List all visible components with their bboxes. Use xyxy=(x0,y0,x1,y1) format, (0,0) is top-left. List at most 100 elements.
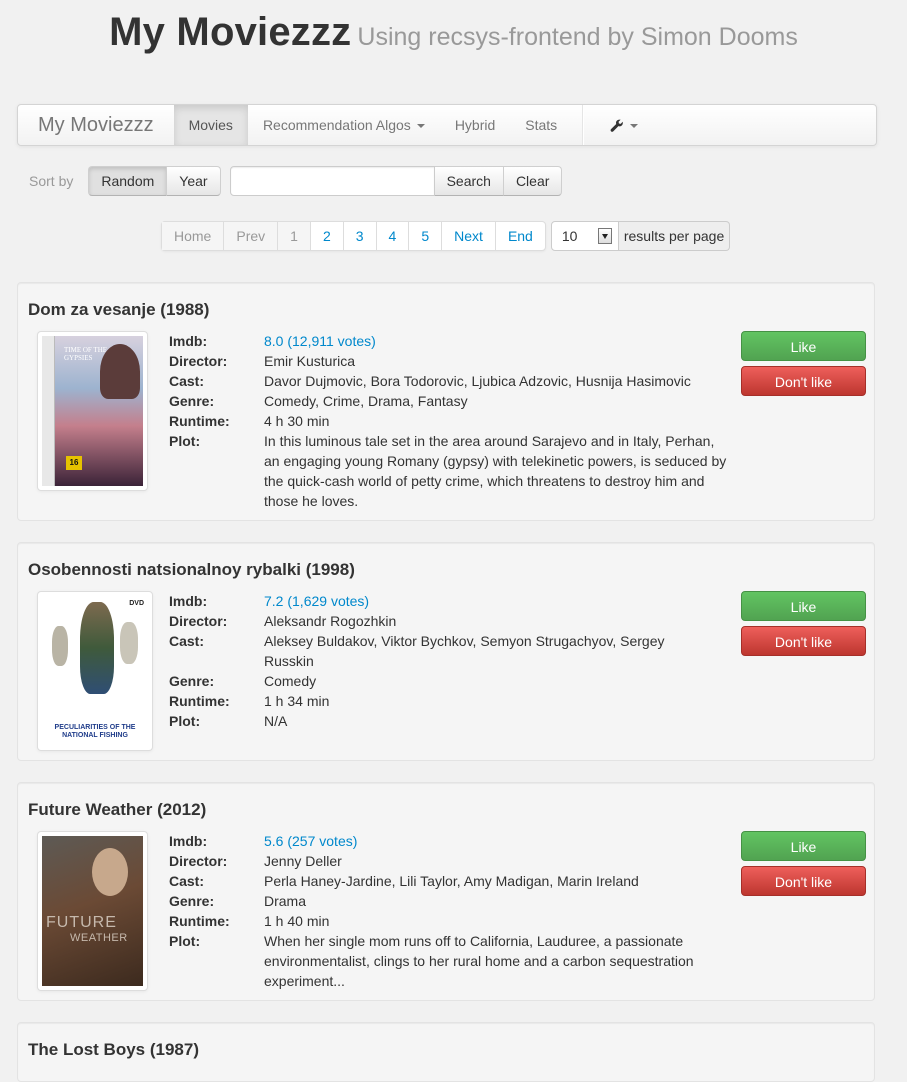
poster-title-text: FUTURE xyxy=(46,914,117,931)
nav-item-stats-label: Stats xyxy=(525,117,558,133)
cast-value: Perla Haney-Jardine, Lili Taylor, Amy Ma… xyxy=(264,873,639,889)
dislike-button[interactable]: Don't like xyxy=(741,866,866,896)
genre-value: Comedy xyxy=(264,673,317,689)
page-4-link[interactable]: 4 xyxy=(375,222,409,250)
plot-label: Plot: xyxy=(169,933,201,949)
like-button[interactable]: Like xyxy=(741,331,866,361)
runtime-value: 1 h 34 min xyxy=(264,693,330,709)
movie-actions: Like Don't like xyxy=(741,831,866,896)
runtime-label: Runtime: xyxy=(169,413,230,429)
page-5-link[interactable]: 5 xyxy=(408,222,441,250)
movie-poster[interactable]: DVD PECULIARITIES OF THE NATIONAL FISHIN… xyxy=(37,591,153,751)
movie-poster[interactable]: FUTURE WEATHER xyxy=(37,831,148,991)
per-page-value: 10 xyxy=(561,228,578,244)
genre-value: Comedy, Crime, Drama, Fantasy xyxy=(264,393,468,409)
director-label: Director: xyxy=(169,853,228,869)
nav-item-movies[interactable]: Movies xyxy=(173,105,248,145)
page-title: My Moviezzz Using recsys-frontend by Simo… xyxy=(0,0,907,55)
dislike-button[interactable]: Don't like xyxy=(741,626,866,656)
sort-button-group: Random Year xyxy=(88,166,221,196)
cast-label: Cast: xyxy=(169,873,205,889)
search-group: Search Clear xyxy=(229,166,563,196)
director-value: Jenny Deller xyxy=(264,853,342,869)
poster-rating-badge: 16 xyxy=(66,456,82,470)
poster-image: DVD PECULIARITIES OF THE NATIONAL FISHIN… xyxy=(42,596,148,746)
imdb-label: Imdb: xyxy=(169,833,208,849)
page-subtitle: Using recsys-frontend by Simon Dooms xyxy=(357,23,798,51)
page-1-link[interactable]: 1 xyxy=(277,222,310,250)
director-label: Director: xyxy=(169,353,228,369)
page-home-link[interactable]: Home xyxy=(162,222,224,250)
search-input[interactable] xyxy=(229,166,435,196)
pagination: Home Prev 1 2 3 4 5 Next End xyxy=(161,221,546,251)
plot-label: Plot: xyxy=(169,433,201,449)
director-value: Aleksandr Rogozhkin xyxy=(264,613,397,629)
page-header: My Moviezzz Using recsys-frontend by Simo… xyxy=(0,0,907,94)
runtime-label: Runtime: xyxy=(169,693,230,709)
nav-item-hybrid[interactable]: Hybrid xyxy=(440,105,510,145)
director-label: Director: xyxy=(169,613,228,629)
clear-button[interactable]: Clear xyxy=(503,166,563,196)
nav-item-recommendation-algos-label: Recommendation Algos xyxy=(262,117,411,133)
poster-image: TIME OF THE GYPSIES 16 xyxy=(42,336,143,486)
movie-card: The Lost Boys (1987) xyxy=(17,1022,875,1082)
nav-item-hybrid-label: Hybrid xyxy=(454,117,496,133)
poster-dvd-logo: DVD xyxy=(129,600,144,607)
sort-search-bar: Sort by Random Year Search Clear xyxy=(29,166,563,196)
like-button[interactable]: Like xyxy=(741,831,866,861)
movie-actions: Like Don't like xyxy=(741,331,866,396)
director-value: Emir Kusturica xyxy=(264,353,356,369)
nav-item-tools[interactable] xyxy=(584,105,652,145)
nav-item-recommendation-algos[interactable]: Recommendation Algos xyxy=(248,105,440,145)
movie-title: Dom za vesanje (1988) xyxy=(28,300,210,319)
poster-face xyxy=(92,848,128,896)
per-page-select[interactable]: 10 xyxy=(550,221,619,251)
genre-label: Genre: xyxy=(169,393,215,409)
navbar-brand[interactable]: My Moviezzz xyxy=(18,105,174,145)
imdb-rating-link[interactable]: 5.6 (257 votes) xyxy=(264,831,729,851)
imdb-rating-link[interactable]: 7.2 (1,629 votes) xyxy=(264,591,729,611)
cast-value: Davor Dujmovic, Bora Todorovic, Ljubica … xyxy=(264,373,691,389)
movie-poster[interactable]: TIME OF THE GYPSIES 16 xyxy=(37,331,148,491)
dropdown-arrow-icon xyxy=(597,228,612,244)
imdb-rating-link[interactable]: 8.0 (12,911 votes) xyxy=(264,331,729,351)
nav-item-stats[interactable]: Stats xyxy=(510,105,572,145)
dvd-case-spine xyxy=(42,336,55,486)
plot-label: Plot: xyxy=(169,713,201,729)
sort-random-button[interactable]: Random xyxy=(88,166,168,196)
page-next-link[interactable]: Next xyxy=(441,222,495,250)
page-2-link[interactable]: 2 xyxy=(309,222,343,250)
sort-year-button[interactable]: Year xyxy=(167,166,221,196)
imdb-label: Imdb: xyxy=(169,333,208,349)
runtime-value: 1 h 40 min xyxy=(264,913,330,929)
dislike-button[interactable]: Don't like xyxy=(741,366,866,396)
page-prev-link[interactable]: Prev xyxy=(223,222,278,250)
plot-value: When her single mom runs off to Californ… xyxy=(264,933,694,989)
page-end-link[interactable]: End xyxy=(494,222,545,250)
caret-down-icon xyxy=(630,124,639,129)
nav-item-movies-label: Movies xyxy=(188,117,233,133)
genre-value: Drama xyxy=(264,893,307,909)
movie-actions: Like Don't like xyxy=(741,591,866,656)
movie-details: Imdb: 5.6 (257 votes) Director: Jenny Dell… xyxy=(169,831,729,991)
search-button[interactable]: Search xyxy=(434,166,504,196)
poster-figure xyxy=(80,602,114,694)
genre-label: Genre: xyxy=(169,673,215,689)
poster-figure xyxy=(100,344,140,399)
like-button[interactable]: Like xyxy=(741,591,866,621)
movie-details: Imdb: 8.0 (12,911 votes) Director: Emir Ku… xyxy=(169,331,729,511)
movie-card: Future Weather (2012) FUTURE WEATHER Imd… xyxy=(17,782,875,1001)
genre-label: Genre: xyxy=(169,893,215,909)
poster-image: FUTURE WEATHER xyxy=(42,836,143,986)
sort-label: Sort by xyxy=(29,173,74,189)
cast-label: Cast: xyxy=(169,373,205,389)
runtime-label: Runtime: xyxy=(169,913,230,929)
navbar: My Moviezzz Movies Recommendation Algos … xyxy=(17,104,877,146)
page-3-link[interactable]: 3 xyxy=(342,222,376,250)
movie-card: Osobennosti natsionalnoy rybalki (1998) … xyxy=(17,542,875,761)
movie-card: Dom za vesanje (1988) TIME OF THE GYPSIE… xyxy=(17,282,875,521)
poster-title-text: PECULIARITIES OF THE NATIONAL FISHING xyxy=(54,724,136,739)
plot-value: In this luminous tale set in the area ar… xyxy=(264,433,727,509)
movie-title: Osobennosti natsionalnoy rybalki (1998) xyxy=(28,560,355,579)
runtime-value: 4 h 30 min xyxy=(264,413,330,429)
